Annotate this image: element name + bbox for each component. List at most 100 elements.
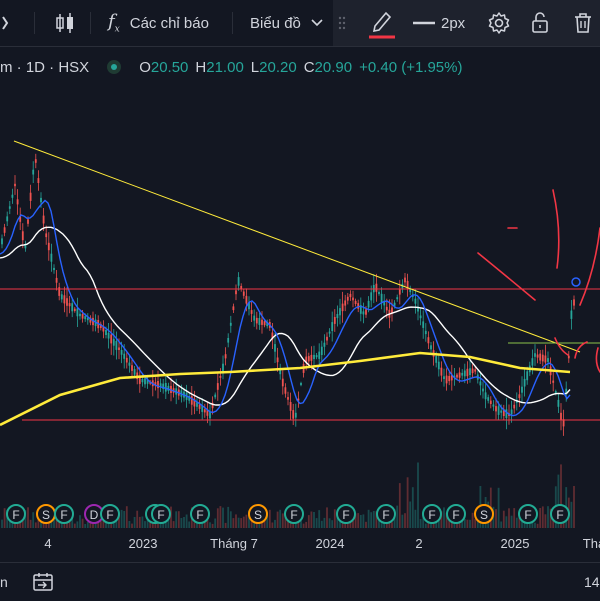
x-tick-label: Tháng 7 [210, 536, 258, 551]
event-marker[interactable]: F [446, 504, 466, 524]
event-marker-letter: F [12, 508, 19, 522]
candle-body [258, 318, 261, 325]
chart-type-button[interactable]: Biểu đồ [250, 0, 324, 46]
price-chart[interactable]: FSFDFFFFSFFFFFSFF [0, 80, 600, 530]
volume-bar [224, 522, 227, 528]
open-key: O [139, 58, 151, 76]
candle-body [261, 319, 263, 325]
gear-icon[interactable] [487, 0, 511, 46]
x-tick-label: 2024 [315, 536, 345, 551]
lock-icon[interactable] [530, 0, 550, 46]
event-marker[interactable]: F [190, 504, 210, 524]
event-marker[interactable]: S [36, 504, 56, 524]
candle-body [560, 412, 562, 421]
candle-body [310, 354, 313, 361]
event-marker[interactable]: F [54, 504, 74, 524]
range-label[interactable]: n [0, 574, 8, 590]
event-marker[interactable]: F [284, 504, 304, 524]
volume-bar [193, 522, 196, 528]
event-marker[interactable]: F [550, 504, 570, 524]
freehand-annotation[interactable] [477, 189, 600, 373]
event-markers: FSFDFFFFSFFFFFSFF [6, 504, 570, 524]
candle-body [287, 397, 289, 400]
event-marker[interactable]: S [474, 504, 494, 524]
candle-body [567, 355, 570, 359]
calendar-icon[interactable] [32, 571, 54, 598]
event-marker[interactable]: F [376, 504, 396, 524]
pencil-icon[interactable] [367, 0, 397, 46]
candle-body [42, 215, 45, 224]
volume-bar [302, 523, 305, 528]
candle-body [190, 396, 193, 405]
candle-body [107, 333, 110, 339]
toolbar-divider [232, 12, 233, 34]
volume-bar [372, 511, 375, 528]
candle-body [8, 206, 11, 209]
volume-bar [167, 520, 170, 528]
event-marker-letter: S [480, 508, 488, 522]
candle-body [349, 293, 352, 298]
candle-body [544, 355, 547, 363]
volume-bar [73, 523, 76, 528]
grid-handle-icon[interactable] [338, 0, 346, 46]
candle-body [437, 361, 440, 370]
event-marker[interactable]: F [518, 504, 538, 524]
trash-icon[interactable] [573, 0, 593, 46]
event-marker-letter: S [254, 508, 262, 522]
volume-bar [310, 511, 313, 528]
candle-icon[interactable] [54, 0, 76, 46]
chart-type-label: Biểu đồ [250, 14, 301, 32]
candle-body [294, 412, 297, 418]
candle-body [573, 299, 575, 306]
volume-bar [3, 508, 6, 528]
chevron-left-icon[interactable] [0, 0, 10, 46]
candle-body [385, 306, 388, 311]
event-marker-letter: S [42, 508, 50, 522]
volume-bar [177, 511, 180, 528]
event-marker[interactable]: F [6, 504, 26, 524]
candle-body [105, 330, 107, 335]
candle-body [118, 347, 120, 350]
low-key: L [250, 58, 260, 76]
candle-body [344, 300, 347, 306]
volume-bar [544, 514, 547, 528]
line-width-button[interactable]: 2px [413, 0, 465, 46]
event-marker-letter: F [106, 508, 113, 522]
candle-body [66, 298, 68, 306]
close-key: C [303, 58, 315, 76]
event-marker[interactable]: S [248, 504, 268, 524]
event-marker[interactable]: F [151, 504, 171, 524]
candle-body [489, 400, 492, 404]
candle-body [463, 370, 466, 377]
time-axis[interactable]: 4 2023 Tháng 7 2024 2 2025 Thá [0, 530, 600, 560]
candle-body [29, 192, 32, 201]
anchor-point-handle[interactable] [571, 277, 581, 287]
candle-body [440, 367, 443, 376]
candle-body [521, 386, 523, 393]
indicators-button[interactable]: fx Các chỉ báo [108, 0, 209, 46]
candle-body [500, 410, 503, 413]
volume-bar [352, 520, 354, 528]
volume-bar [411, 487, 414, 528]
candle-body [419, 315, 422, 319]
volume-bar [359, 515, 362, 528]
candle-body [141, 379, 144, 383]
candle-body [448, 376, 451, 382]
event-marker[interactable]: F [100, 504, 120, 524]
candle-body [1, 238, 3, 245]
volume-bar [131, 523, 133, 528]
x-tick-label: 2025 [500, 536, 530, 551]
candle-body [495, 406, 497, 412]
volume-bar [240, 518, 243, 528]
volume-bar [180, 518, 183, 528]
event-marker[interactable]: F [336, 504, 356, 524]
drawing-toolbar: 2px [333, 0, 600, 46]
event-marker[interactable]: F [422, 504, 442, 524]
candle-body [76, 308, 79, 317]
candle-body [484, 392, 487, 400]
volume-bar [367, 509, 370, 528]
symbol-label[interactable]: m · 1D · HSX [0, 59, 89, 76]
candle-body [326, 336, 328, 341]
volume-bar [326, 507, 328, 528]
candle-body [250, 310, 253, 314]
